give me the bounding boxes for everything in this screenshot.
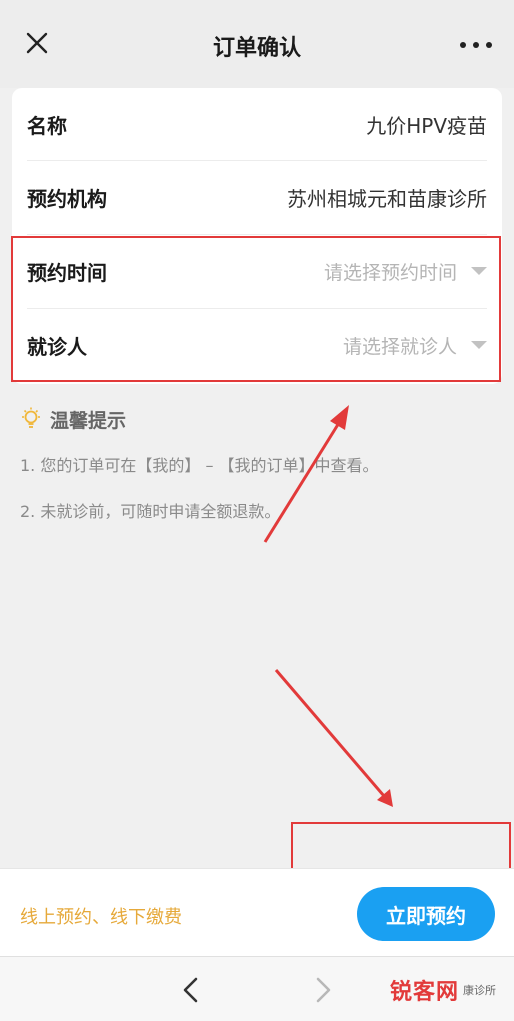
tip-item: 2. 未就诊前，可随时申请全额退款。: [20, 502, 281, 521]
watermark-subtext: 康诊所: [463, 984, 497, 997]
highlight-box-fields: [11, 236, 501, 382]
payment-note: 线上预约、线下缴费: [20, 907, 182, 928]
arrow-up: [263, 417, 344, 543]
watermark: 锐客网 康诊所: [390, 974, 496, 1006]
arrow-down: [274, 669, 386, 797]
more-dot: [473, 42, 479, 48]
book-now-button[interactable]: 立即预约: [357, 887, 495, 941]
org-row: 预约机构 苏州相城元和苗康诊所: [27, 161, 487, 233]
page-title: 订单确认: [212, 36, 301, 61]
tips-section: 温馨提示 1. 您的订单可在【我的】 – 【我的订单】中查看。 2. 未就诊前，…: [20, 404, 490, 521]
watermark-text: 锐客网: [390, 980, 460, 1005]
chevron-right-icon[interactable]: [310, 975, 336, 1005]
lightbulb-icon: [22, 407, 40, 428]
org-label: 预约机构: [27, 186, 107, 211]
arrow-down-head: [377, 789, 393, 807]
more-dot: [486, 42, 492, 48]
tips-header: 温馨提示: [20, 404, 490, 434]
tip-item: 1. 您的订单可在【我的】 – 【我的订单】中查看。: [20, 456, 379, 475]
title-bar: 订单确认: [0, 0, 514, 88]
chevron-left-icon[interactable]: [178, 975, 204, 1005]
name-label: 名称: [27, 113, 67, 138]
bottom-action-bar: 线上预约、线下缴费 立即预约: [0, 868, 514, 956]
tips-title: 温馨提示: [50, 409, 127, 432]
more-dot: [460, 42, 466, 48]
name-row: 名称 九价HPV疫苗: [27, 88, 487, 160]
name-value: 九价HPV疫苗: [366, 113, 487, 138]
more-icon[interactable]: [460, 40, 492, 50]
org-value: 苏州相城元和苗康诊所: [287, 186, 487, 211]
